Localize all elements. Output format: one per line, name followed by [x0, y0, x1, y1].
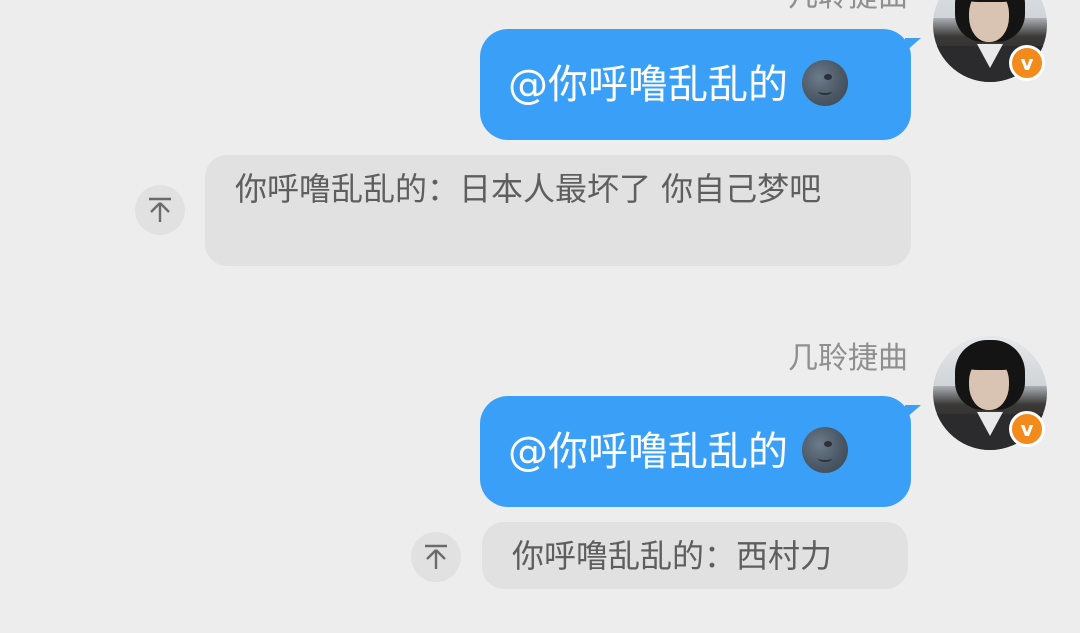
message-text: @你呼噜乱乱的 — [508, 429, 788, 475]
sent-message-bubble[interactable]: @你呼噜乱乱的 — [480, 396, 911, 507]
quoted-text: 你呼噜乱乱的：日本人最坏了 你自己梦吧 — [235, 170, 822, 208]
verified-badge-icon: v — [1009, 411, 1045, 447]
sent-message-bubble[interactable]: @你呼噜乱乱的 — [480, 29, 911, 140]
quoted-message[interactable]: 你呼噜乱乱的：日本人最坏了 你自己梦吧 — [205, 155, 911, 266]
quoted-message[interactable]: 你呼噜乱乱的：西村力 — [482, 522, 908, 589]
quote-reply-icon[interactable] — [135, 185, 185, 235]
moon-face-icon — [802, 60, 848, 106]
bubble-tail — [905, 38, 921, 52]
bubble-tail — [905, 405, 921, 419]
message-text: @你呼噜乱乱的 — [508, 62, 788, 108]
moon-face-icon — [802, 427, 848, 473]
verified-badge-icon: v — [1009, 45, 1045, 81]
sender-name: 几聆捷曲 — [788, 0, 908, 14]
quoted-text: 你呼噜乱乱的：西村力 — [512, 537, 833, 575]
quote-reply-icon[interactable] — [411, 532, 461, 582]
sender-name: 几聆捷曲 — [788, 341, 908, 376]
